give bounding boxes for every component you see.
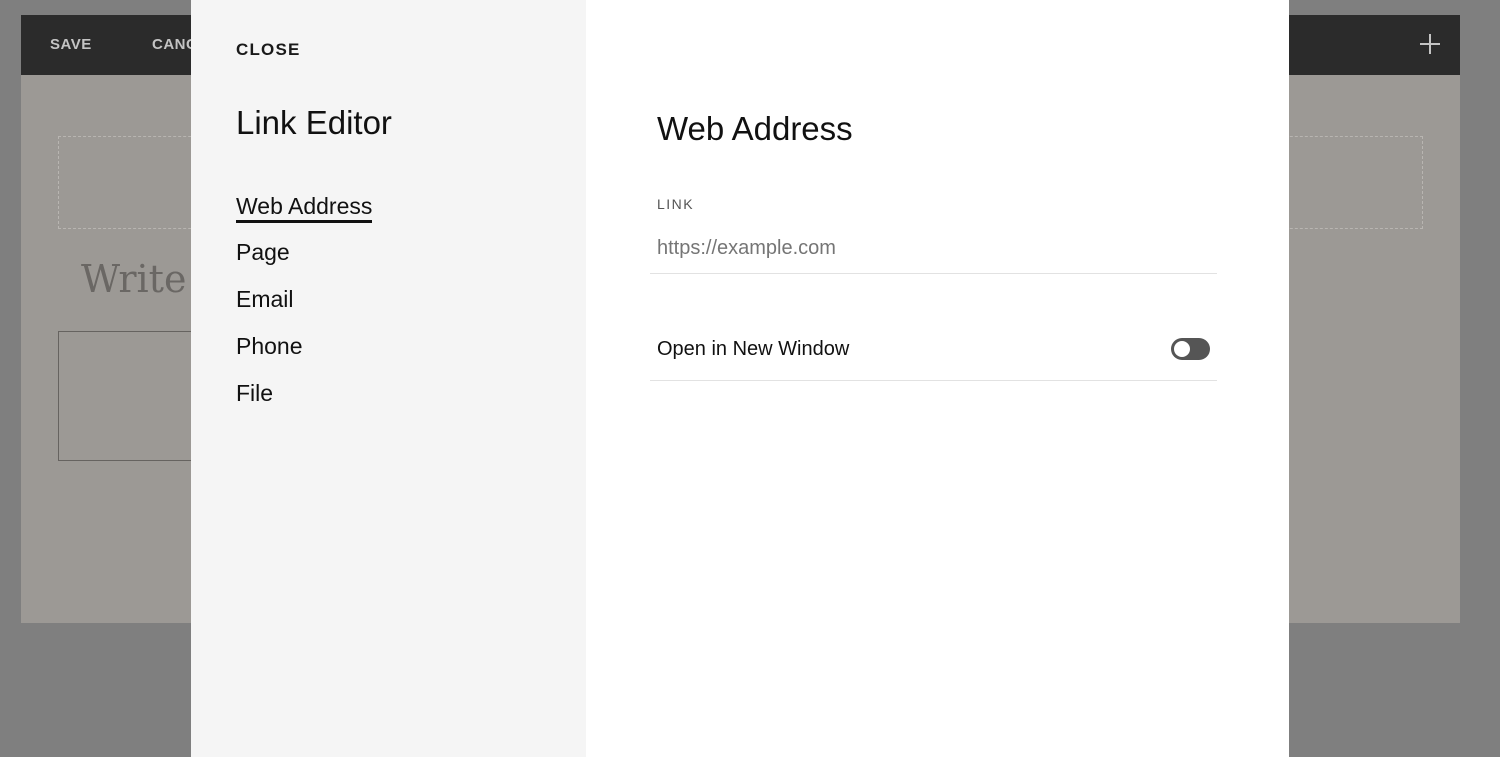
link-editor-sidebar: CLOSE Link Editor Web Address Page Email… (191, 0, 586, 757)
nav-item-phone[interactable]: Phone (236, 333, 372, 380)
nav-item-file[interactable]: File (236, 380, 372, 427)
nav-item-web-address[interactable]: Web Address (236, 192, 373, 239)
link-url-input[interactable] (650, 224, 1217, 274)
toggle-knob (1174, 341, 1190, 357)
nav-item-label: Email (236, 286, 294, 312)
modal-title: Link Editor (236, 104, 392, 141)
nav-item-label: File (236, 380, 274, 406)
link-editor-modal: CLOSE Link Editor Web Address Page Email… (191, 0, 1289, 757)
nav-item-label: Page (236, 239, 290, 265)
link-editor-panel: Web Address LINK Open in New Window (586, 0, 1289, 757)
open-new-window-label: Open in New Window (657, 338, 850, 360)
link-field-label: LINK (657, 196, 695, 212)
link-type-nav: Web Address Page Email Phone File (236, 192, 373, 427)
nav-item-label: Web Address (236, 192, 373, 223)
close-button[interactable]: CLOSE (236, 40, 301, 60)
plus-icon[interactable] (1418, 32, 1442, 56)
nav-item-email[interactable]: Email (236, 286, 372, 333)
open-new-window-row: Open in New Window (650, 320, 1217, 381)
save-button[interactable]: SAVE (50, 15, 92, 75)
nav-item-label: Phone (236, 333, 303, 359)
nav-item-page[interactable]: Page (236, 239, 372, 286)
section-title: Web Address (657, 110, 853, 147)
open-new-window-toggle[interactable] (1171, 338, 1210, 360)
